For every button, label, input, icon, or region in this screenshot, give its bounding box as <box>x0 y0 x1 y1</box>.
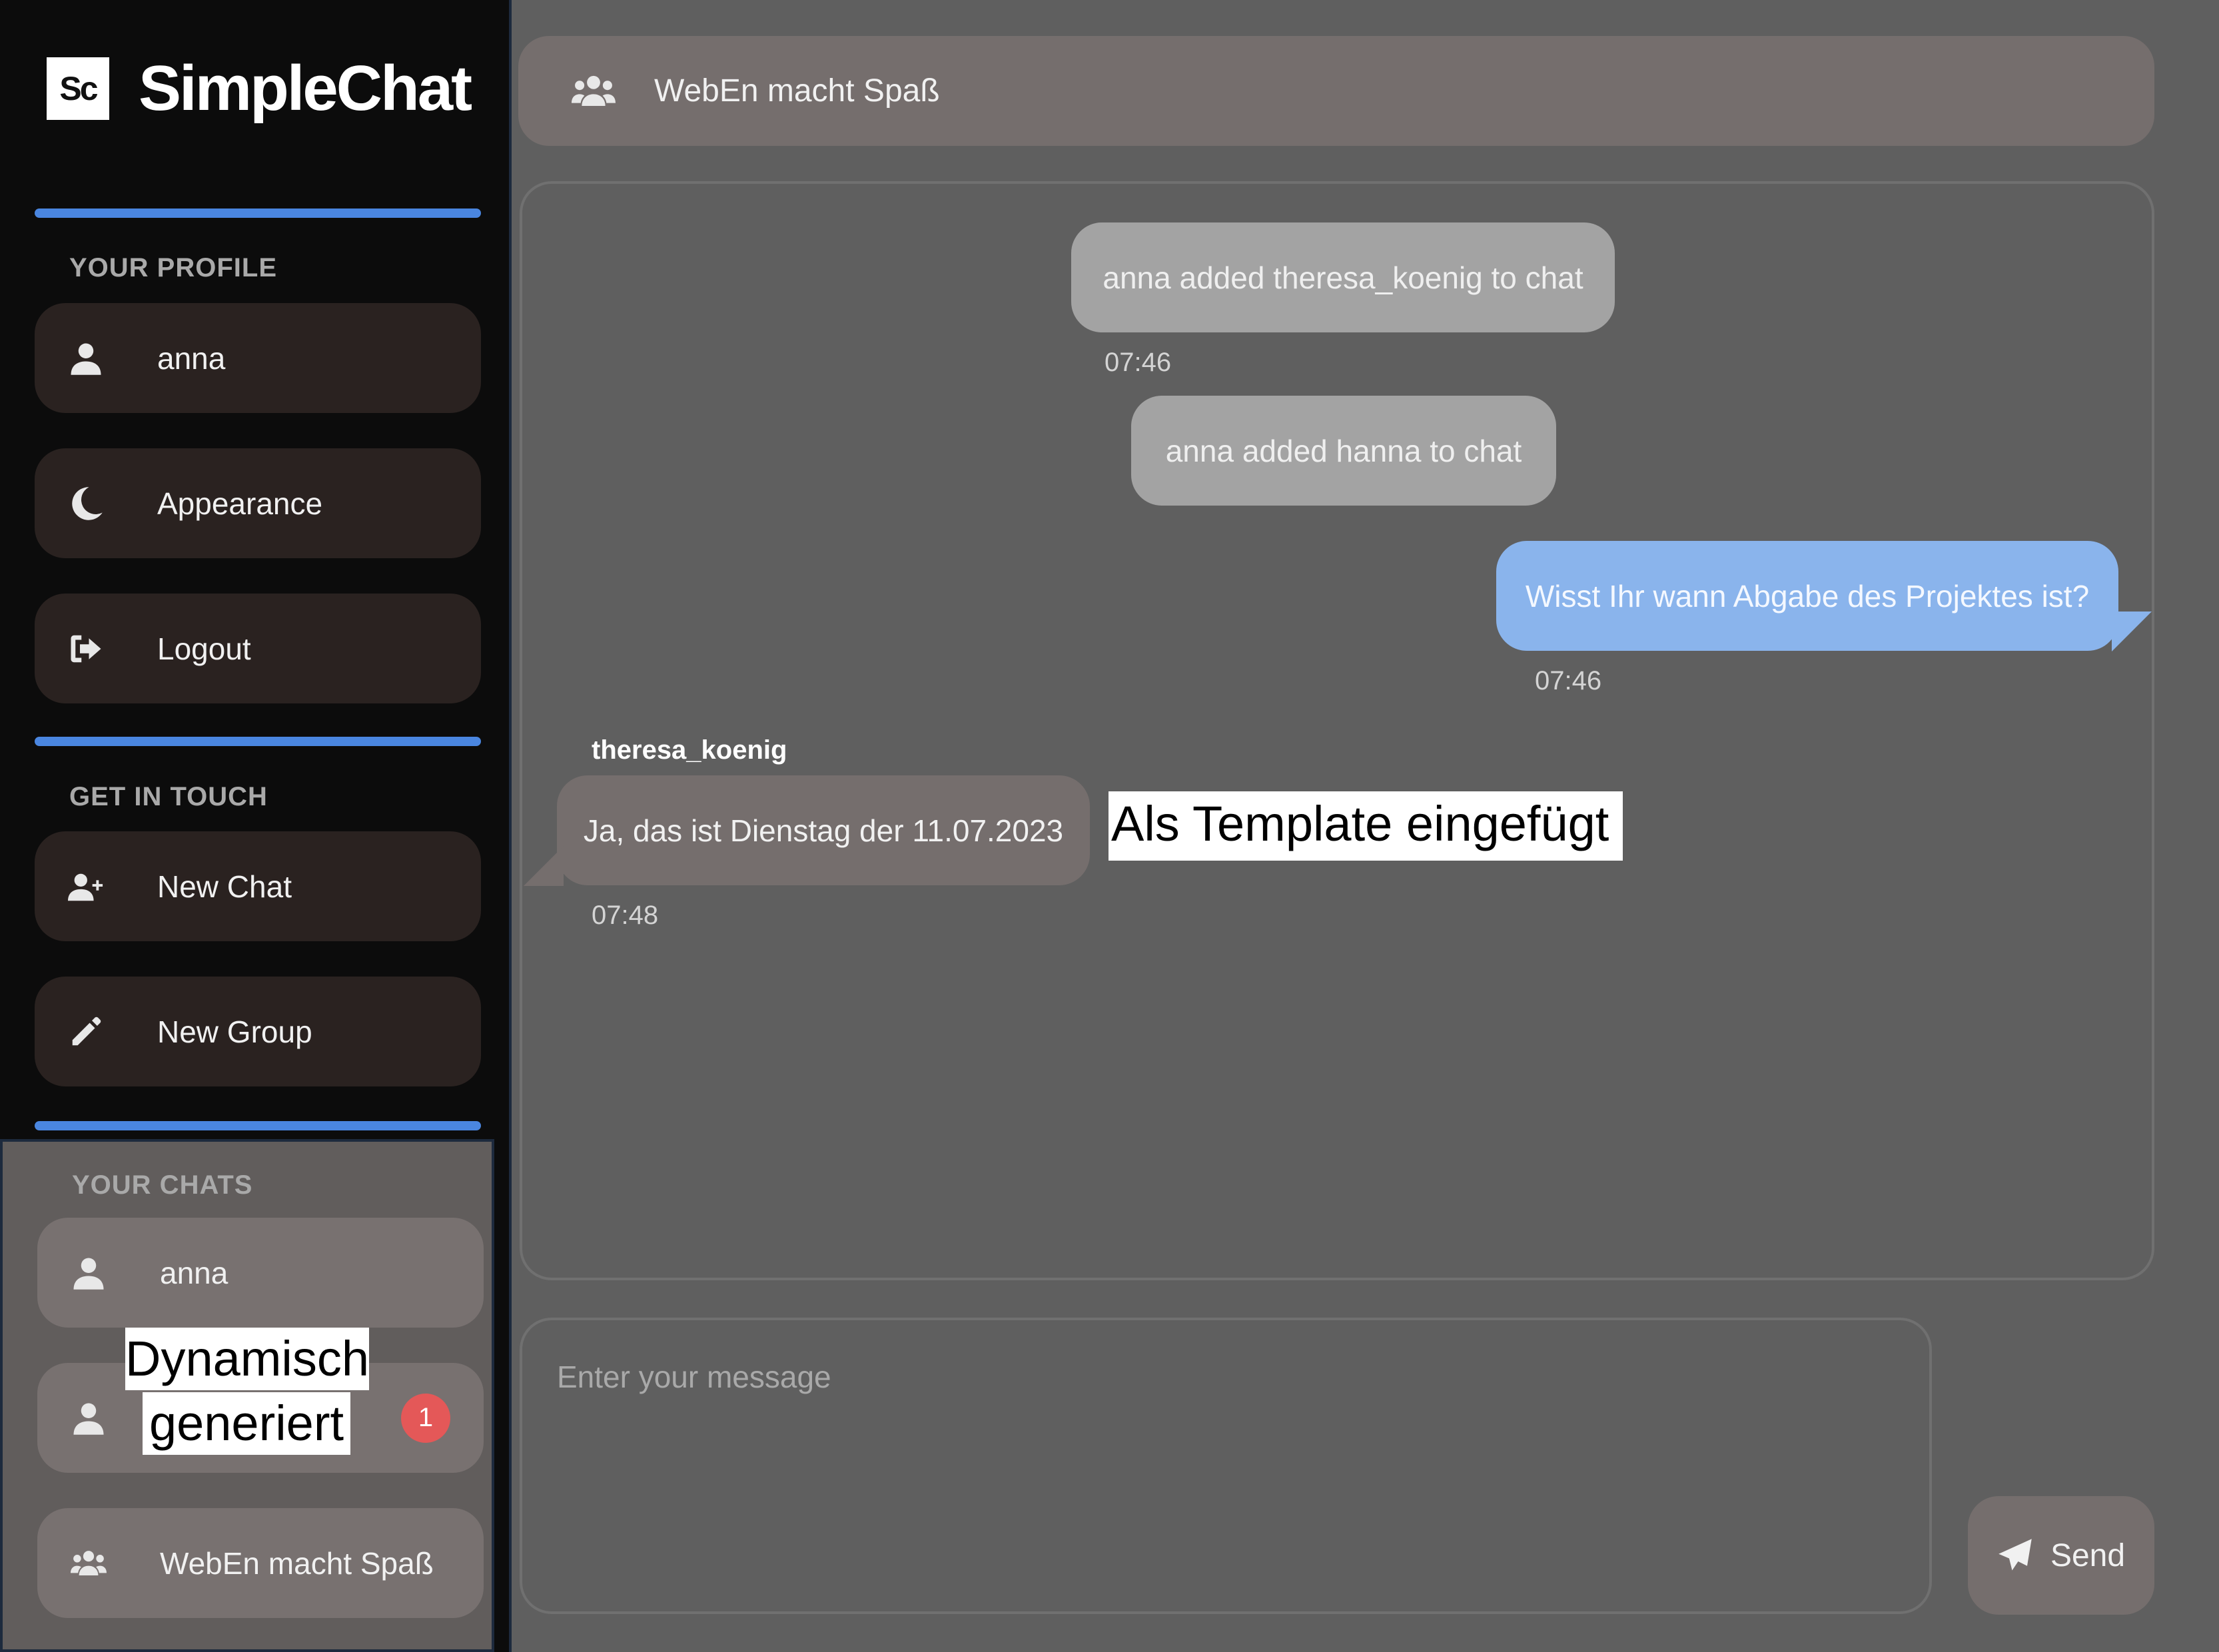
section-label-touch: GET IN TOUCH <box>69 782 268 811</box>
chat-main: WebEn macht Spaß anna added theresa_koen… <box>512 0 2219 1652</box>
send-button-label: Send <box>2050 1537 2126 1573</box>
chat-item-label: anna <box>160 1255 228 1290</box>
logo-icon: Sc <box>47 57 109 120</box>
user-icon <box>68 340 141 376</box>
message-time: 07:46 <box>1535 666 1602 695</box>
logout-button-label: Logout <box>157 631 251 666</box>
user-icon <box>71 1255 144 1291</box>
new-chat-button-label: New Chat <box>157 869 292 904</box>
message-time: 07:46 <box>1105 348 1172 377</box>
profile-button-label: anna <box>157 340 226 376</box>
other-message-tail <box>524 846 564 886</box>
appearance-button-label: Appearance <box>157 486 323 521</box>
chat-item-group[interactable]: WebEn macht Spaß <box>37 1508 484 1618</box>
chat-item-anna[interactable]: anna <box>37 1218 484 1328</box>
user-plus-icon <box>68 869 141 905</box>
unread-badge: 1 <box>401 1393 450 1443</box>
chat-item-label: WebEn macht Spaß <box>160 1545 434 1581</box>
sidebar-divider <box>35 737 481 746</box>
other-message: Ja, das ist Dienstag der 11.07.2023 <box>557 775 1090 885</box>
annotation-label-dynamic: generiert <box>143 1392 350 1455</box>
message-list: anna added theresa_koenig to chat 07:46 … <box>520 181 2154 1280</box>
profile-button[interactable]: anna <box>35 303 481 413</box>
chat-title: WebEn macht Spaß <box>654 73 940 109</box>
chat-header: WebEn macht Spaß <box>518 36 2154 146</box>
logout-icon <box>68 631 141 667</box>
moon-icon <box>68 486 141 522</box>
new-group-button-label: New Group <box>157 1014 312 1049</box>
annotation-label-template: Als Template eingefügt <box>1109 791 1623 861</box>
new-group-button[interactable]: New Group <box>35 977 481 1086</box>
message-input[interactable] <box>520 1318 1932 1614</box>
user-icon <box>71 1400 144 1436</box>
sidebar: Sc SimpleChat YOUR PROFILE anna Appearan… <box>0 0 512 1652</box>
users-icon <box>572 75 616 106</box>
users-icon <box>71 1545 144 1581</box>
section-label-profile: YOUR PROFILE <box>69 253 278 282</box>
own-message: Wisst Ihr wann Abgabe des Projektes ist? <box>1496 541 2118 651</box>
appearance-button[interactable]: Appearance <box>35 448 481 558</box>
app-title: SimpleChat <box>139 53 472 124</box>
app-window: Sc SimpleChat YOUR PROFILE anna Appearan… <box>0 0 2219 1652</box>
new-chat-button[interactable]: New Chat <box>35 831 481 941</box>
pencil-icon <box>68 1014 141 1050</box>
annotation-label-dynamic: Dynamisch <box>125 1328 369 1390</box>
message-time: 07:48 <box>592 901 659 930</box>
logout-button[interactable]: Logout <box>35 594 481 703</box>
message-sender: theresa_koenig <box>592 735 787 765</box>
own-message-tail <box>2112 612 2152 651</box>
app-logo[interactable]: Sc SimpleChat <box>47 52 472 125</box>
send-button[interactable]: Send <box>1968 1496 2154 1615</box>
paper-plane-icon <box>1998 1539 2032 1571</box>
section-label-chats: YOUR CHATS <box>72 1170 253 1200</box>
sidebar-divider <box>35 1121 481 1130</box>
sidebar-divider <box>35 208 481 218</box>
system-message: anna added hanna to chat <box>1131 396 1556 506</box>
system-message: anna added theresa_koenig to chat <box>1071 222 1615 332</box>
